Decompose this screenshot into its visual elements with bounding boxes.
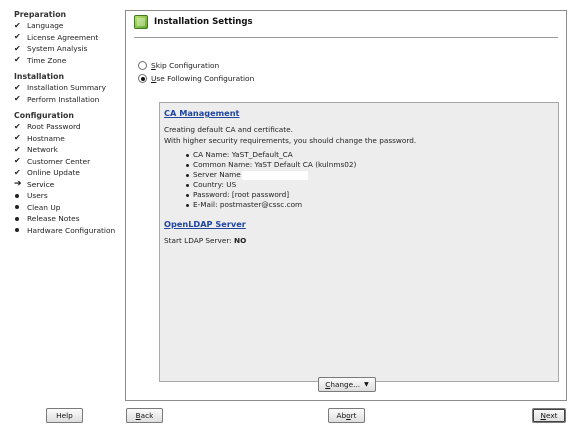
step-label: Network (27, 145, 58, 154)
checkmark-icon: ✔ (14, 43, 21, 53)
step-label: Perform Installation (27, 94, 100, 104)
step-installation-summary: ✔ Installation Summary (14, 82, 122, 94)
checkmark-icon: ✔ (14, 94, 21, 104)
step-hostname: ✔ Hostname (14, 133, 122, 145)
installation-steps-sidebar: Preparation ✔ Language ✔ License Agreement… (14, 8, 122, 236)
checkmark-icon: ✔ (14, 20, 21, 30)
step-service: ➔ Service (14, 179, 122, 191)
step-network: ✔ Network (14, 144, 122, 156)
bullet-icon (15, 193, 19, 198)
step-label: Service (27, 179, 55, 189)
step-label: Language (27, 21, 64, 30)
checkmark-icon: ✔ (14, 121, 21, 131)
openldap-server-link[interactable]: OpenLDAP Server (164, 219, 246, 229)
step-label: Users (27, 191, 48, 200)
ca-management-link[interactable]: CA Management (164, 108, 239, 118)
use-following-configuration-label[interactable]: Use Following Configuration (151, 74, 254, 83)
step-label: Release Notes (27, 214, 80, 223)
list-item: Server Name (186, 170, 554, 180)
step-license-agreement: ✔ License Agreement (14, 32, 122, 44)
step-label: Time Zone (27, 55, 67, 65)
current-step-arrow-icon: ➔ (14, 178, 22, 189)
use-following-configuration-option[interactable]: Use Following Configuration (138, 74, 254, 83)
step-users: Users (14, 190, 122, 202)
abort-button[interactable]: Ab o rt (328, 408, 365, 423)
step-label: License Agreement (27, 32, 99, 42)
section-title-installation: Installation (14, 72, 64, 81)
checkmark-icon: ✔ (14, 167, 21, 177)
section-title-configuration: Configuration (14, 111, 74, 120)
step-time-zone: ✔ Time Zone (14, 55, 122, 67)
step-language: ✔ Language (14, 20, 122, 32)
list-item: E-Mail: postmaster@cssc.com (186, 200, 554, 210)
back-button[interactable]: Back (126, 408, 163, 423)
server-name-value (241, 170, 308, 180)
step-label: Clean Up (27, 202, 61, 212)
bullet-icon (15, 216, 19, 221)
step-customer-center: ✔ Customer Center (14, 156, 122, 168)
header-divider (134, 37, 558, 38)
skip-configuration-radio[interactable] (138, 61, 147, 70)
use-following-configuration-radio[interactable] (138, 74, 147, 83)
list-item: Common Name: YaST Default CA (kulnms02) (186, 160, 554, 170)
list-item: Password: [root password] (186, 190, 554, 200)
section-title-preparation: Preparation (14, 10, 67, 19)
chevron-down-icon: ▼ (364, 381, 369, 388)
ldap-status: Start LDAP Server: NO (164, 236, 247, 245)
panel-header: Installation Settings (126, 11, 566, 33)
step-label: Hostname (27, 133, 65, 143)
step-label: Installation Summary (27, 83, 106, 92)
list-item: CA Name: YaST_Default_CA (186, 150, 554, 160)
step-label: Root Password (27, 122, 81, 131)
page-title: Installation Settings (154, 17, 253, 27)
checkmark-icon: ✔ (14, 156, 21, 166)
step-clean-up: Clean Up (14, 202, 122, 214)
change-dropdown-button[interactable]: Change... ▼ (318, 377, 376, 392)
step-online-update: ✔ Online Update (14, 167, 122, 179)
next-button[interactable]: Next (532, 408, 566, 423)
list-item: Country: US (186, 180, 554, 190)
step-label: System Analysis (27, 44, 88, 53)
step-perform-installation: ✔ Perform Installation (14, 94, 122, 106)
checkmark-icon: ✔ (14, 82, 21, 92)
bullet-icon (15, 205, 19, 210)
step-release-notes: Release Notes (14, 213, 122, 225)
ca-intro-line1: Creating default CA and certificate. (164, 125, 293, 134)
step-hardware-configuration: Hardware Configuration (14, 225, 122, 237)
checkmark-icon: ✔ (14, 32, 21, 42)
checkmark-icon: ✔ (14, 133, 21, 143)
checkmark-icon: ✔ (14, 55, 21, 65)
skip-configuration-option[interactable]: Skip Configuration (138, 61, 219, 70)
step-root-password: ✔ Root Password (14, 121, 122, 133)
ca-intro-line2: With higher security requirements, you s… (164, 135, 417, 145)
step-label: Customer Center (27, 156, 91, 166)
ca-settings-list: CA Name: YaST_Default_CA Common Name: Ya… (186, 150, 554, 210)
help-button[interactable]: Help (46, 408, 83, 423)
installation-settings-icon (134, 15, 148, 29)
configuration-summary-box: CA Management Creating default CA and ce… (159, 102, 559, 382)
step-label: Online Update (27, 168, 80, 177)
bullet-icon (15, 228, 19, 233)
step-system-analysis: ✔ System Analysis (14, 43, 122, 55)
checkmark-icon: ✔ (14, 144, 21, 154)
step-label: Hardware Configuration (27, 225, 116, 235)
installation-settings-panel: Installation Settings Skip Configuration… (125, 10, 567, 401)
skip-configuration-label[interactable]: Skip Configuration (151, 61, 219, 70)
